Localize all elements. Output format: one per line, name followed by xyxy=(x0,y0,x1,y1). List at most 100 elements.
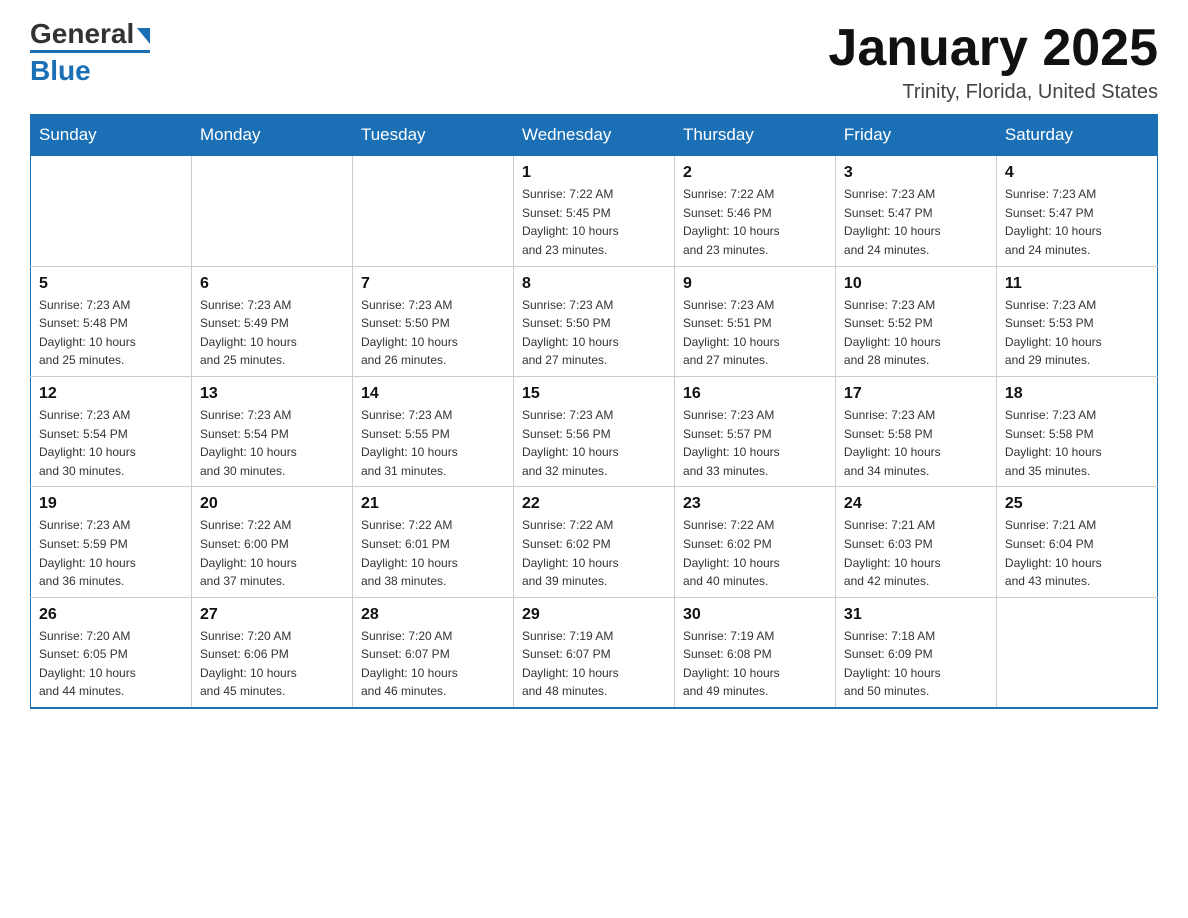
day-info: Sunrise: 7:23 AM Sunset: 5:58 PM Dayligh… xyxy=(844,406,988,480)
day-info: Sunrise: 7:22 AM Sunset: 6:00 PM Dayligh… xyxy=(200,516,344,590)
day-number: 13 xyxy=(200,385,344,403)
day-info: Sunrise: 7:22 AM Sunset: 5:45 PM Dayligh… xyxy=(522,185,666,259)
calendar-cell: 28 Sunrise: 7:20 AM Sunset: 6:07 PM Dayli… xyxy=(352,597,513,708)
calendar-cell: 8 Sunrise: 7:23 AM Sunset: 5:50 PM Daylig… xyxy=(513,266,674,376)
day-info: Sunrise: 7:23 AM Sunset: 5:50 PM Dayligh… xyxy=(522,296,666,370)
day-info: Sunrise: 7:19 AM Sunset: 6:07 PM Dayligh… xyxy=(522,627,666,701)
day-number: 8 xyxy=(522,275,666,293)
day-info: Sunrise: 7:22 AM Sunset: 6:01 PM Dayligh… xyxy=(361,516,505,590)
calendar-cell xyxy=(191,156,352,266)
day-info: Sunrise: 7:23 AM Sunset: 5:51 PM Dayligh… xyxy=(683,296,827,370)
day-number: 4 xyxy=(1005,164,1149,182)
day-info: Sunrise: 7:23 AM Sunset: 5:47 PM Dayligh… xyxy=(1005,185,1149,259)
calendar-week-row: 12 Sunrise: 7:23 AM Sunset: 5:54 PM Dayli… xyxy=(31,376,1158,486)
day-of-week-header: Monday xyxy=(191,115,352,156)
calendar-cell: 12 Sunrise: 7:23 AM Sunset: 5:54 PM Dayli… xyxy=(31,376,192,486)
calendar-cell: 7 Sunrise: 7:23 AM Sunset: 5:50 PM Daylig… xyxy=(352,266,513,376)
day-number: 19 xyxy=(39,495,183,513)
day-info: Sunrise: 7:23 AM Sunset: 5:59 PM Dayligh… xyxy=(39,516,183,590)
calendar-cell: 16 Sunrise: 7:23 AM Sunset: 5:57 PM Dayli… xyxy=(674,376,835,486)
location-text: Trinity, Florida, United States xyxy=(828,81,1158,104)
day-number: 17 xyxy=(844,385,988,403)
day-of-week-header: Thursday xyxy=(674,115,835,156)
calendar-cell: 18 Sunrise: 7:23 AM Sunset: 5:58 PM Dayli… xyxy=(996,376,1157,486)
calendar-cell: 6 Sunrise: 7:23 AM Sunset: 5:49 PM Daylig… xyxy=(191,266,352,376)
calendar-cell: 27 Sunrise: 7:20 AM Sunset: 6:06 PM Dayli… xyxy=(191,597,352,708)
day-info: Sunrise: 7:23 AM Sunset: 5:49 PM Dayligh… xyxy=(200,296,344,370)
calendar-cell: 26Sunrise: 7:20 AM Sunset: 6:05 PM Dayli… xyxy=(31,597,192,708)
day-number: 7 xyxy=(361,275,505,293)
day-info: Sunrise: 7:22 AM Sunset: 6:02 PM Dayligh… xyxy=(522,516,666,590)
day-info: Sunrise: 7:23 AM Sunset: 5:50 PM Dayligh… xyxy=(361,296,505,370)
calendar-table: SundayMondayTuesdayWednesdayThursdayFrid… xyxy=(30,114,1158,709)
day-info: Sunrise: 7:22 AM Sunset: 6:02 PM Dayligh… xyxy=(683,516,827,590)
calendar-cell: 2 Sunrise: 7:22 AM Sunset: 5:46 PM Daylig… xyxy=(674,156,835,266)
title-block: January 2025 Trinity, Florida, United St… xyxy=(828,20,1158,104)
calendar-cell: 1 Sunrise: 7:22 AM Sunset: 5:45 PM Daylig… xyxy=(513,156,674,266)
day-info: Sunrise: 7:23 AM Sunset: 5:57 PM Dayligh… xyxy=(683,406,827,480)
day-info: Sunrise: 7:21 AM Sunset: 6:04 PM Dayligh… xyxy=(1005,516,1149,590)
day-number: 24 xyxy=(844,495,988,513)
calendar-cell: 21 Sunrise: 7:22 AM Sunset: 6:01 PM Dayli… xyxy=(352,487,513,597)
logo-blue-text: Blue xyxy=(30,55,91,86)
day-number: 27 xyxy=(200,606,344,624)
day-info: Sunrise: 7:22 AM Sunset: 5:46 PM Dayligh… xyxy=(683,185,827,259)
day-info: Sunrise: 7:20 AM Sunset: 6:06 PM Dayligh… xyxy=(200,627,344,701)
calendar-cell: 15 Sunrise: 7:23 AM Sunset: 5:56 PM Dayli… xyxy=(513,376,674,486)
day-info: Sunrise: 7:18 AM Sunset: 6:09 PM Dayligh… xyxy=(844,627,988,701)
calendar-header-row: SundayMondayTuesdayWednesdayThursdayFrid… xyxy=(31,115,1158,156)
logo: General Blue xyxy=(30,20,150,87)
calendar-cell: 14Sunrise: 7:23 AM Sunset: 5:55 PM Dayli… xyxy=(352,376,513,486)
day-info: Sunrise: 7:21 AM Sunset: 6:03 PM Dayligh… xyxy=(844,516,988,590)
calendar-cell: 23 Sunrise: 7:22 AM Sunset: 6:02 PM Dayli… xyxy=(674,487,835,597)
day-number: 23 xyxy=(683,495,827,513)
day-info: Sunrise: 7:19 AM Sunset: 6:08 PM Dayligh… xyxy=(683,627,827,701)
day-number: 11 xyxy=(1005,275,1149,293)
day-info: Sunrise: 7:23 AM Sunset: 5:48 PM Dayligh… xyxy=(39,296,183,370)
calendar-cell: 24 Sunrise: 7:21 AM Sunset: 6:03 PM Dayli… xyxy=(835,487,996,597)
day-number: 3 xyxy=(844,164,988,182)
day-info: Sunrise: 7:23 AM Sunset: 5:54 PM Dayligh… xyxy=(39,406,183,480)
day-number: 15 xyxy=(522,385,666,403)
calendar-week-row: 26Sunrise: 7:20 AM Sunset: 6:05 PM Dayli… xyxy=(31,597,1158,708)
day-of-week-header: Wednesday xyxy=(513,115,674,156)
day-number: 28 xyxy=(361,606,505,624)
calendar-week-row: 19 Sunrise: 7:23 AM Sunset: 5:59 PM Dayli… xyxy=(31,487,1158,597)
calendar-week-row: 5 Sunrise: 7:23 AM Sunset: 5:48 PM Daylig… xyxy=(31,266,1158,376)
day-number: 22 xyxy=(522,495,666,513)
calendar-cell: 11Sunrise: 7:23 AM Sunset: 5:53 PM Dayli… xyxy=(996,266,1157,376)
day-number: 5 xyxy=(39,275,183,293)
calendar-cell: 30 Sunrise: 7:19 AM Sunset: 6:08 PM Dayli… xyxy=(674,597,835,708)
calendar-cell xyxy=(996,597,1157,708)
day-of-week-header: Friday xyxy=(835,115,996,156)
month-title: January 2025 xyxy=(828,20,1158,77)
day-info: Sunrise: 7:23 AM Sunset: 5:58 PM Dayligh… xyxy=(1005,406,1149,480)
day-number: 21 xyxy=(361,495,505,513)
day-number: 16 xyxy=(683,385,827,403)
day-number: 20 xyxy=(200,495,344,513)
day-number: 6 xyxy=(200,275,344,293)
day-number: 2 xyxy=(683,164,827,182)
calendar-cell: 25 Sunrise: 7:21 AM Sunset: 6:04 PM Dayli… xyxy=(996,487,1157,597)
logo-text: General xyxy=(30,20,150,48)
day-number: 12 xyxy=(39,385,183,403)
day-info: Sunrise: 7:23 AM Sunset: 5:56 PM Dayligh… xyxy=(522,406,666,480)
calendar-cell: 13Sunrise: 7:23 AM Sunset: 5:54 PM Dayli… xyxy=(191,376,352,486)
calendar-cell: 29Sunrise: 7:19 AM Sunset: 6:07 PM Dayli… xyxy=(513,597,674,708)
day-of-week-header: Saturday xyxy=(996,115,1157,156)
calendar-week-row: 1 Sunrise: 7:22 AM Sunset: 5:45 PM Daylig… xyxy=(31,156,1158,266)
day-number: 25 xyxy=(1005,495,1149,513)
calendar-cell: 17 Sunrise: 7:23 AM Sunset: 5:58 PM Dayli… xyxy=(835,376,996,486)
day-info: Sunrise: 7:20 AM Sunset: 6:07 PM Dayligh… xyxy=(361,627,505,701)
day-info: Sunrise: 7:20 AM Sunset: 6:05 PM Dayligh… xyxy=(39,627,183,701)
day-number: 1 xyxy=(522,164,666,182)
calendar-cell: 4 Sunrise: 7:23 AM Sunset: 5:47 PM Daylig… xyxy=(996,156,1157,266)
day-number: 30 xyxy=(683,606,827,624)
calendar-cell: 31Sunrise: 7:18 AM Sunset: 6:09 PM Dayli… xyxy=(835,597,996,708)
calendar-cell: 9Sunrise: 7:23 AM Sunset: 5:51 PM Daylig… xyxy=(674,266,835,376)
day-of-week-header: Tuesday xyxy=(352,115,513,156)
day-number: 18 xyxy=(1005,385,1149,403)
calendar-cell: 22 Sunrise: 7:22 AM Sunset: 6:02 PM Dayli… xyxy=(513,487,674,597)
calendar-cell: 5 Sunrise: 7:23 AM Sunset: 5:48 PM Daylig… xyxy=(31,266,192,376)
day-info: Sunrise: 7:23 AM Sunset: 5:55 PM Dayligh… xyxy=(361,406,505,480)
